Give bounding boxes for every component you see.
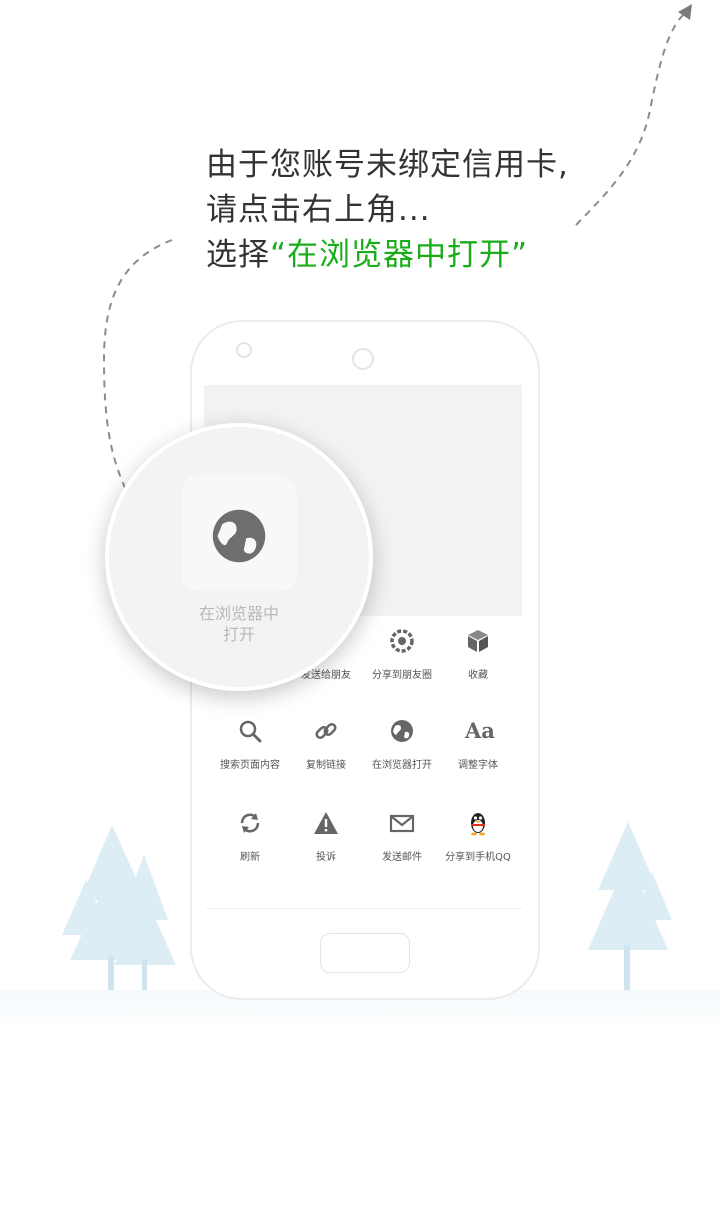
font-icon: Aa: [465, 718, 495, 743]
qq-penguin-icon: [471, 813, 485, 836]
instruction-line-3: 选择“在浏览器中打开”: [206, 233, 569, 278]
tree-left-icon: [62, 825, 176, 1015]
menu-divider: [206, 908, 522, 909]
magnifier-label-line-1: 在浏览器中: [198, 604, 279, 623]
menu-item-complain[interactable]: 投诉: [288, 810, 364, 863]
menu-item-label: 搜索页面内容: [220, 760, 280, 771]
instruction-text: 由于您账号未绑定信用卡, 请点击右上角... 选择“在浏览器中打开”: [206, 143, 569, 278]
menu-item-open-in-browser[interactable]: 在浏览器打开: [364, 718, 440, 771]
menu-item-share-moments[interactable]: 分享到朋友圈: [364, 628, 440, 681]
moments-icon: [390, 629, 414, 653]
dashed-arrow-right: [575, 13, 685, 226]
link-icon: [315, 722, 337, 740]
menu-item-label: 在浏览器打开: [372, 760, 432, 771]
menu-item-copy-link[interactable]: 复制链接: [288, 718, 364, 771]
warning-icon: [314, 812, 338, 834]
instruction-prefix: 选择: [206, 237, 270, 273]
menu-item-label: 收藏: [468, 670, 488, 681]
menu-item-label: 分享到手机QQ: [445, 852, 511, 863]
menu-item-label: 复制链接: [306, 760, 346, 771]
magnifier-label-line-2: 打开: [222, 625, 255, 644]
phone-sensor: [236, 342, 252, 358]
home-button: [320, 933, 410, 973]
menu-item-label: 投诉: [316, 852, 336, 863]
globe-icon: [391, 720, 413, 742]
menu-item-refresh[interactable]: 刷新: [212, 810, 288, 863]
tree-right-icon: [588, 822, 672, 1015]
magnifier-label: 在浏览器中 打开: [109, 603, 369, 645]
instruction-highlight: “在浏览器中打开”: [270, 237, 529, 273]
magnifier-callout: 在浏览器中 打开: [105, 423, 373, 691]
mail-icon: [389, 814, 415, 833]
cube-icon: [468, 630, 488, 652]
menu-item-label: 刷新: [240, 852, 260, 863]
refresh-icon: [240, 813, 260, 833]
menu-item-favorite[interactable]: 收藏: [440, 628, 516, 681]
instruction-line-2: 请点击右上角...: [206, 192, 431, 228]
open-in-browser-tile[interactable]: [181, 475, 297, 591]
menu-item-search-page[interactable]: 搜索页面内容: [212, 718, 288, 771]
menu-item-label: 分享到朋友圈: [372, 670, 432, 681]
menu-item-label: 发送邮件: [382, 852, 422, 863]
instruction-line-1: 由于您账号未绑定信用卡,: [206, 147, 569, 183]
menu-item-label: 调整字体: [458, 760, 498, 771]
menu-item-send-mail[interactable]: 发送邮件: [364, 810, 440, 863]
menu-item-adjust-font[interactable]: Aa 调整字体: [440, 718, 516, 771]
phone-camera: [352, 348, 374, 370]
globe-icon: [212, 509, 266, 563]
search-icon: [239, 720, 262, 743]
menu-item-share-qq[interactable]: 分享到手机QQ: [440, 810, 516, 863]
